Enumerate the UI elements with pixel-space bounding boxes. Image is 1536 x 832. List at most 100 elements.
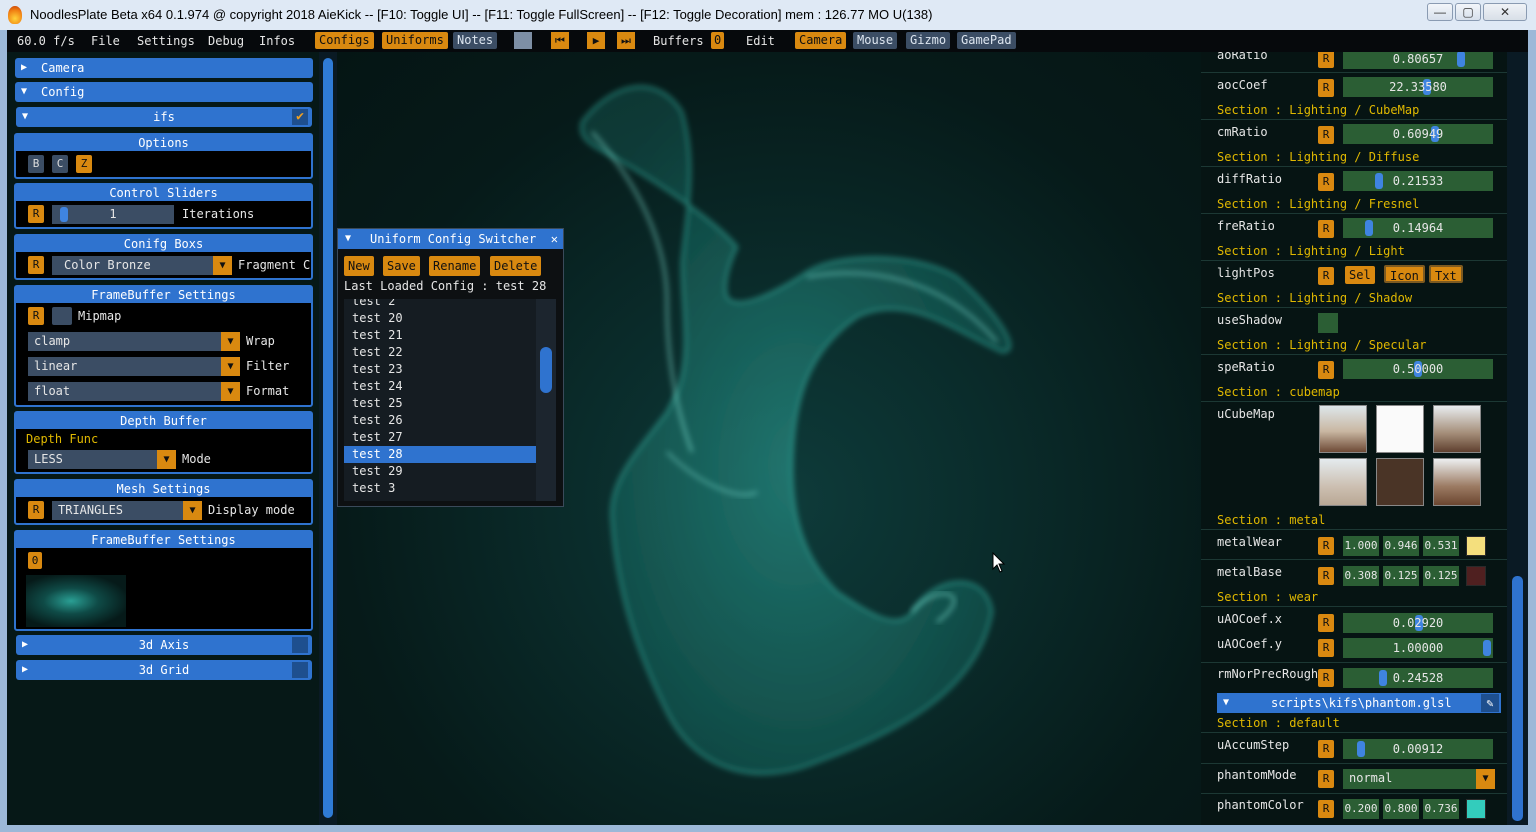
notes-toggle[interactable]: Notes (453, 32, 498, 49)
skip-back-icon[interactable]: ⏮ (551, 32, 569, 49)
minimize-button[interactable]: — (1427, 3, 1453, 21)
chevron-down-icon[interactable]: ▼ (1476, 769, 1495, 789)
metalWear-r[interactable]: 1.000 (1343, 536, 1379, 556)
uAOCoefx-slider[interactable]: 0.02920 (1343, 613, 1493, 633)
config-header[interactable]: ▼ Config (15, 82, 313, 102)
config-list-item[interactable]: test 27 (344, 429, 536, 446)
stop-icon[interactable] (514, 32, 532, 49)
grid-checkbox[interactable] (292, 662, 308, 678)
lightPos-txt-button[interactable]: Txt (1429, 265, 1463, 283)
menu-settings[interactable]: Settings (137, 34, 195, 48)
lightPos-sel-button[interactable]: Sel (1345, 266, 1375, 284)
metalBase-r[interactable]: 0.308 (1343, 566, 1379, 586)
metalBase-g[interactable]: 0.125 (1383, 566, 1419, 586)
play-icon[interactable]: ▶ (587, 32, 605, 49)
script-header[interactable]: ▼ scripts\kifs\phantom.glsl ✎ (1217, 693, 1501, 713)
config-list-item[interactable]: test 23 (344, 361, 536, 378)
uniforms-toggle[interactable]: Uniforms (382, 32, 448, 49)
chevron-down-icon[interactable]: ▼ (157, 450, 176, 469)
menu-edit[interactable]: Edit (746, 34, 775, 48)
maximize-button[interactable]: ▢ (1455, 3, 1481, 21)
filter-combo[interactable]: linear ▼ (28, 357, 240, 376)
new-button[interactable]: New (344, 256, 374, 276)
phantomColor-r[interactable]: 0.200 (1343, 799, 1379, 819)
metalWear-b[interactable]: 0.531 (1423, 536, 1459, 556)
buffers-count[interactable]: 0 (711, 32, 725, 49)
option-b-button[interactable]: B (28, 155, 44, 173)
ifs-header[interactable]: ▼ ifs ✔ (16, 107, 312, 127)
scroll-thumb[interactable] (1512, 576, 1523, 821)
collapse-arrow-icon[interactable]: ▼ (345, 229, 351, 249)
reset-button[interactable]: R (1318, 52, 1334, 68)
config-list-item[interactable]: test 20 (344, 310, 536, 327)
chevron-down-icon[interactable]: ▼ (221, 382, 240, 401)
close-button[interactable]: ✕ (1483, 3, 1527, 21)
phantomColor-b[interactable]: 0.736 (1423, 799, 1459, 819)
reset-button[interactable]: R (1318, 537, 1334, 555)
axis-checkbox[interactable] (292, 637, 308, 653)
buffer-index-button[interactable]: 0 (28, 552, 42, 569)
config-list-item[interactable]: test 2 (344, 299, 536, 310)
ifs-checkbox[interactable]: ✔ (292, 109, 308, 125)
depth-func-combo[interactable]: LESS ▼ (28, 450, 176, 469)
metalBase-color-swatch[interactable] (1466, 566, 1486, 586)
close-icon[interactable]: ✕ (551, 229, 558, 249)
reset-button[interactable]: R (1318, 614, 1334, 632)
aoRatio-slider[interactable]: 0.80657 (1343, 52, 1493, 69)
config-list-item[interactable]: test 21 (344, 327, 536, 344)
axis-header[interactable]: ▶ 3d Axis (16, 635, 312, 655)
reset-button[interactable]: R (1318, 740, 1334, 758)
reset-button[interactable]: R (28, 256, 44, 274)
iterations-slider[interactable]: 1 (52, 205, 174, 224)
slider-knob[interactable] (59, 207, 68, 222)
reset-button[interactable]: R (1318, 770, 1334, 788)
config-list-item[interactable]: test 29 (344, 463, 536, 480)
config-list-scrollbar[interactable] (536, 299, 556, 501)
metalWear-g[interactable]: 0.946 (1383, 536, 1419, 556)
edit-pencil-icon[interactable]: ✎ (1481, 694, 1499, 712)
cubemap-face-thumbnail[interactable] (1376, 405, 1424, 453)
reset-button[interactable]: R (1318, 220, 1334, 238)
uAOCoefy-slider[interactable]: 1.00000 (1343, 638, 1493, 658)
phantomColor-color-swatch[interactable] (1466, 799, 1486, 819)
menu-file[interactable]: File (91, 34, 120, 48)
reset-button[interactable]: R (1318, 173, 1334, 191)
cubemap-face-thumbnail[interactable] (1319, 405, 1367, 453)
cmRatio-slider[interactable]: 0.60949 (1343, 124, 1493, 144)
reset-button[interactable]: R (28, 205, 44, 223)
config-list-item[interactable]: test 24 (344, 378, 536, 395)
chevron-down-icon[interactable]: ▼ (183, 501, 202, 520)
rmNorPrecRough-slider[interactable]: 0.24528 (1343, 668, 1493, 688)
scroll-thumb[interactable] (323, 58, 333, 818)
menu-infos[interactable]: Infos (259, 34, 295, 48)
useShadow-checkbox[interactable] (1318, 313, 1338, 333)
cubemap-face-thumbnail[interactable] (1319, 458, 1367, 506)
grid-header[interactable]: ▶ 3d Grid (16, 660, 312, 680)
camera-header[interactable]: ▶ Camera (15, 58, 313, 78)
option-z-button[interactable]: Z (76, 155, 92, 173)
skip-forward-icon[interactable]: ⏭ (617, 32, 635, 49)
reset-button[interactable]: R (1318, 669, 1334, 687)
gamepad-toggle[interactable]: GamePad (957, 32, 1016, 49)
chevron-down-icon[interactable]: ▼ (213, 256, 232, 275)
config-list-item[interactable]: test 28 (344, 446, 536, 463)
mouse-toggle[interactable]: Mouse (853, 32, 898, 49)
config-list-item[interactable]: test 26 (344, 412, 536, 429)
mipmap-checkbox[interactable] (52, 307, 72, 325)
metalWear-color-swatch[interactable] (1466, 536, 1486, 556)
cubemap-face-thumbnail[interactable] (1433, 405, 1481, 453)
config-list[interactable]: test 2 test 20 test 21 test 22 test 23 test 2… (344, 299, 536, 501)
reset-button[interactable]: R (1318, 639, 1334, 657)
reset-button[interactable]: R (28, 501, 44, 519)
switcher-titlebar[interactable]: ▼ Uniform Config Switcher ✕ (338, 229, 563, 249)
config-list-item[interactable]: test 25 (344, 395, 536, 412)
phantomColor-g[interactable]: 0.800 (1383, 799, 1419, 819)
config-list-item[interactable]: test 3 (344, 480, 536, 497)
camera-toggle[interactable]: Camera (795, 32, 847, 49)
menu-debug[interactable]: Debug (208, 34, 244, 48)
display-mode-combo[interactable]: TRIANGLES ▼ (52, 501, 202, 520)
metalBase-b[interactable]: 0.125 (1423, 566, 1459, 586)
color-combo[interactable]: Color Bronze ▼ (52, 256, 232, 275)
menu-buffers[interactable]: Buffers (653, 34, 704, 48)
reset-button[interactable]: R (1318, 361, 1334, 379)
